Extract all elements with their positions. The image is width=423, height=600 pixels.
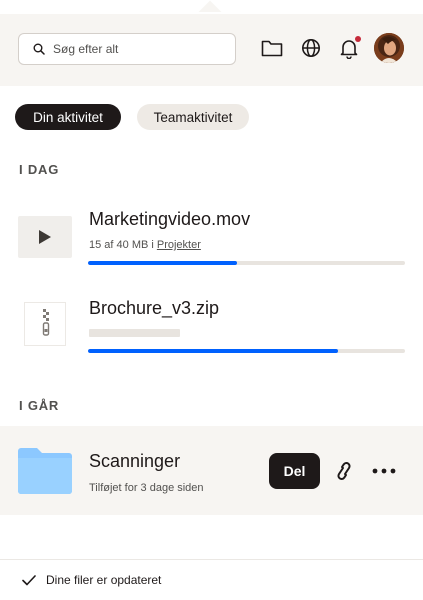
upload-progress-bar: [88, 349, 405, 353]
video-thumbnail: [18, 216, 72, 258]
link-icon: [337, 462, 351, 480]
checkmark-icon: [22, 574, 36, 585]
folder-button[interactable]: [258, 34, 286, 62]
list-item[interactable]: Marketingvideo.mov 15 af 40 MB i Projekt…: [0, 200, 423, 280]
folder-meta: Tilføjet for 3 dage siden: [89, 482, 204, 494]
list-item[interactable]: Scanninger Tilføjet for 3 dage siden Del: [0, 426, 423, 515]
folder-link[interactable]: Projekter: [157, 239, 201, 251]
share-button[interactable]: Del: [269, 453, 320, 489]
tab-your-activity[interactable]: Din aktivitet: [15, 104, 121, 130]
upload-progress-bar: [88, 261, 405, 265]
zip-file-icon: [42, 309, 50, 336]
search-placeholder: Søg efter alt: [53, 42, 119, 56]
file-meta: 15 af 40 MB i Projekter: [89, 239, 201, 251]
zip-thumbnail: [24, 302, 66, 346]
header-bar: Søg efter alt: [0, 14, 423, 86]
file-name: Brochure_v3.zip: [89, 298, 220, 318]
upload-progress-fill: [88, 349, 339, 353]
folder-icon: [261, 40, 283, 57]
share-button-label: Del: [283, 463, 306, 479]
tab-team-activity-label: Teamaktivitet: [153, 109, 233, 125]
list-item[interactable]: Brochure_v3.zip: [0, 290, 423, 370]
file-meta-placeholder: [89, 329, 180, 337]
section-heading-yesterday: I GÅR: [19, 398, 60, 413]
file-meta-size: 15 af 40 MB i: [89, 239, 157, 251]
tab-team-activity[interactable]: Teamaktivitet: [137, 104, 249, 130]
search-icon: [33, 43, 45, 55]
folder-icon: [18, 448, 72, 494]
upload-progress-fill: [88, 261, 237, 265]
notifications-button[interactable]: [335, 34, 363, 62]
avatar[interactable]: [374, 33, 404, 63]
folder-name: Scanninger: [89, 451, 181, 471]
status-text: Dine filer er opdateret: [46, 573, 162, 587]
notification-badge: [355, 36, 361, 42]
play-icon: [39, 230, 51, 244]
more-options-button[interactable]: [370, 457, 398, 485]
tab-your-activity-label: Din aktivitet: [33, 109, 103, 125]
file-name: Marketingvideo.mov: [89, 209, 251, 229]
globe-icon: [302, 39, 320, 57]
search-input[interactable]: Søg efter alt: [18, 33, 236, 65]
globe-button[interactable]: [297, 34, 325, 62]
avatar-photo: [374, 33, 404, 63]
section-heading-today: I DAG: [19, 162, 60, 177]
more-icon: [372, 468, 396, 474]
copy-link-button[interactable]: [330, 457, 358, 485]
folder-thumbnail: [18, 448, 72, 494]
status-footer: Dine filer er opdateret: [0, 559, 423, 600]
